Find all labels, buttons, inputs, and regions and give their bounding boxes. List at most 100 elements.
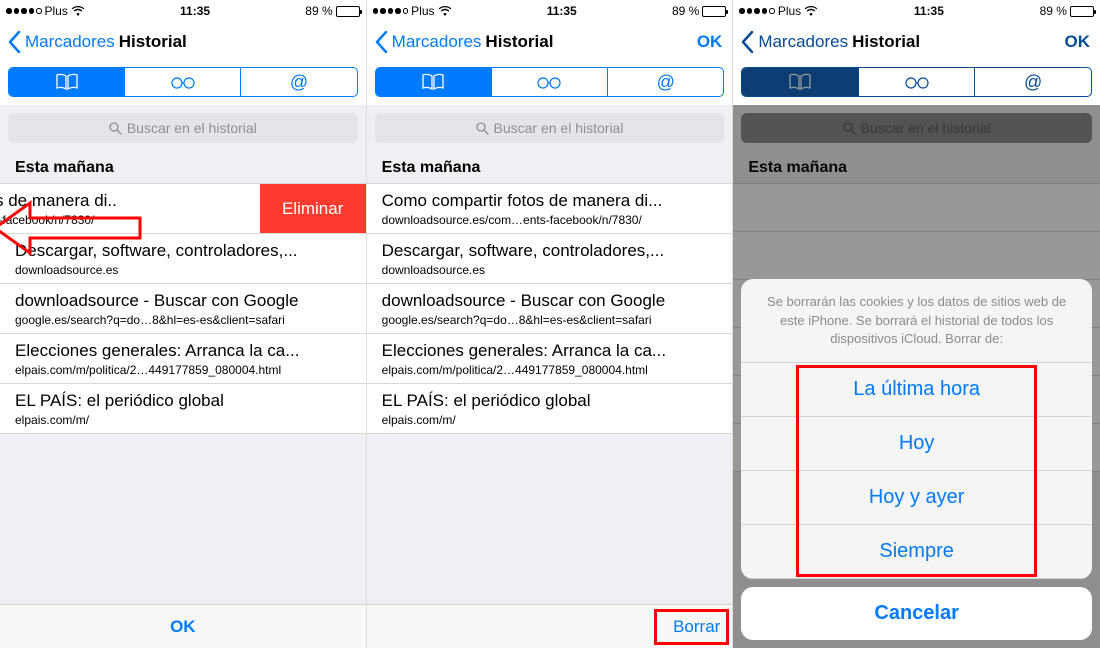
highlight-box [796,365,1037,577]
row-url: google.es/search?q=do…8&hl=es-es&client=… [15,313,351,327]
glasses-icon [904,73,930,91]
search-field[interactable]: Buscar en el historial [375,113,725,143]
search-icon [476,122,489,135]
battery-pct: 89 % [1040,4,1067,18]
search-icon [109,122,122,135]
delete-button[interactable]: Eliminar [260,184,366,233]
search-icon [843,122,856,135]
history-row[interactable]: downloadsource - Buscar con Googlegoogle… [0,284,366,334]
seg-bookmarks[interactable] [742,68,859,96]
back-label: Marcadores [758,32,848,52]
bottom-toolbar: OK [0,604,366,648]
page-title: Historial [852,32,920,52]
sheet-message: Se borrarán las cookies y los datos de s… [741,279,1092,363]
row-url: downloadsource.es [15,263,351,277]
segment-control[interactable]: @ [8,67,358,97]
seg-bookmarks[interactable] [376,68,492,96]
book-icon [787,73,813,91]
segment-control[interactable]: @ [375,67,725,97]
ok-button[interactable]: OK [170,617,196,637]
search-placeholder: Buscar en el historial [494,120,624,136]
carrier-label: Plus [45,4,68,18]
row-url: elpais.com/m/politica/2…449177859_080004… [382,363,718,377]
screen-3-sheet: Plus 11:35 89 % Marcadores Historial OK … [733,0,1100,648]
battery-icon [1070,6,1094,17]
nav-bar: Marcadores Historial OK [733,20,1100,64]
at-icon: @ [657,72,675,93]
history-row[interactable]: EL PAÍS: el periódico globalelpais.com/m… [0,384,366,434]
row-title: EL PAÍS: el periódico global [382,390,718,412]
seg-shared[interactable]: @ [241,68,356,96]
signal-icon [739,8,775,14]
row-title: downloadsource - Buscar con Google [382,290,718,312]
row-title: EL PAÍS: el periódico global [15,390,351,412]
back-label: Marcadores [392,32,482,52]
row-title: Elecciones generales: Arranca la ca... [382,340,718,362]
ok-button[interactable]: OK [1064,32,1090,52]
history-row[interactable]: Descargar, software, controladores,...do… [0,234,366,284]
row-url: elpais.com/m/ [382,413,718,427]
signal-icon [373,8,409,14]
row-title: Como compartir fotos de manera di... [382,190,718,212]
seg-shared[interactable]: @ [608,68,723,96]
nav-bar: Marcadores Historial OK [367,20,733,64]
history-row[interactable]: downloadsource - Buscar con Googlegoogle… [367,284,733,334]
clock: 11:35 [914,4,944,18]
section-header: Esta mañana [0,151,366,183]
history-list: Como compartir fotos de manera di...down… [367,183,733,434]
seg-reading[interactable] [492,68,608,96]
clock: 11:35 [547,4,577,18]
carrier-label: Plus [778,4,801,18]
history-row[interactable]: Descargar, software, controladores,...do… [367,234,733,284]
history-list: mpartir fotos de manera di.. ce.es/com…e… [0,183,366,434]
battery-icon [702,6,726,17]
ok-button[interactable]: OK [697,32,723,52]
signal-icon [6,8,42,14]
page-title: Historial [119,32,187,52]
status-bar: Plus 11:35 89 % [733,0,1100,20]
book-icon [54,73,80,91]
seg-reading[interactable] [125,68,241,96]
book-icon [420,73,446,91]
screen-2-borrar: Plus 11:35 89 % Marcadores Historial OK … [367,0,734,648]
back-label: Marcadores [25,32,115,52]
status-bar: Plus 11:35 89 % [367,0,733,20]
glasses-icon [170,73,196,91]
status-bar: Plus 11:35 89 % [0,0,366,20]
history-row[interactable]: Como compartir fotos de manera di...down… [367,184,733,234]
history-row[interactable]: Elecciones generales: Arranca la ca...el… [367,334,733,384]
history-row[interactable]: Elecciones generales: Arranca la ca...el… [0,334,366,384]
seg-reading[interactable] [859,68,976,96]
history-row[interactable] [733,184,1100,232]
chevron-left-icon [741,31,754,53]
search-placeholder: Buscar en el historial [861,120,991,136]
history-row-swiped[interactable]: mpartir fotos de manera di.. ce.es/com…e… [0,184,366,234]
segment-control[interactable]: @ [741,67,1092,97]
seg-shared[interactable]: @ [975,68,1091,96]
glasses-icon [536,73,562,91]
search-placeholder: Buscar en el historial [127,120,257,136]
back-button[interactable]: Marcadores [375,31,482,53]
sheet-cancel[interactable]: Cancelar [741,587,1092,640]
chevron-left-icon [8,31,21,53]
row-title: Descargar, software, controladores,... [382,240,718,262]
history-row[interactable]: EL PAÍS: el periódico globalelpais.com/m… [367,384,733,434]
row-url: elpais.com/m/politica/2…449177859_080004… [15,363,351,377]
row-title: mpartir fotos de manera di.. [0,190,245,212]
row-title: Descargar, software, controladores,... [15,240,351,262]
nav-bar: Marcadores Historial [0,20,366,64]
seg-bookmarks[interactable] [9,68,125,96]
row-url: downloadsource.es/com…ents-facebook/n/78… [382,213,718,227]
search-field[interactable]: Buscar en el historial [741,113,1092,143]
row-title: downloadsource - Buscar con Google [15,290,351,312]
section-header: Esta mañana [733,151,1100,183]
back-button[interactable]: Marcadores [8,31,115,53]
row-url: ce.es/com…ents-facebook/n/7830/ [0,213,245,227]
search-field[interactable]: Buscar en el historial [8,113,358,143]
bottom-toolbar: Borrar [367,604,733,648]
battery-pct: 89 % [305,4,332,18]
screen-1-swipe: Plus 11:35 89 % Marcadores Historial @ B… [0,0,367,648]
at-icon: @ [1024,72,1042,93]
wifi-icon [71,6,85,16]
back-button[interactable]: Marcadores [741,31,848,53]
